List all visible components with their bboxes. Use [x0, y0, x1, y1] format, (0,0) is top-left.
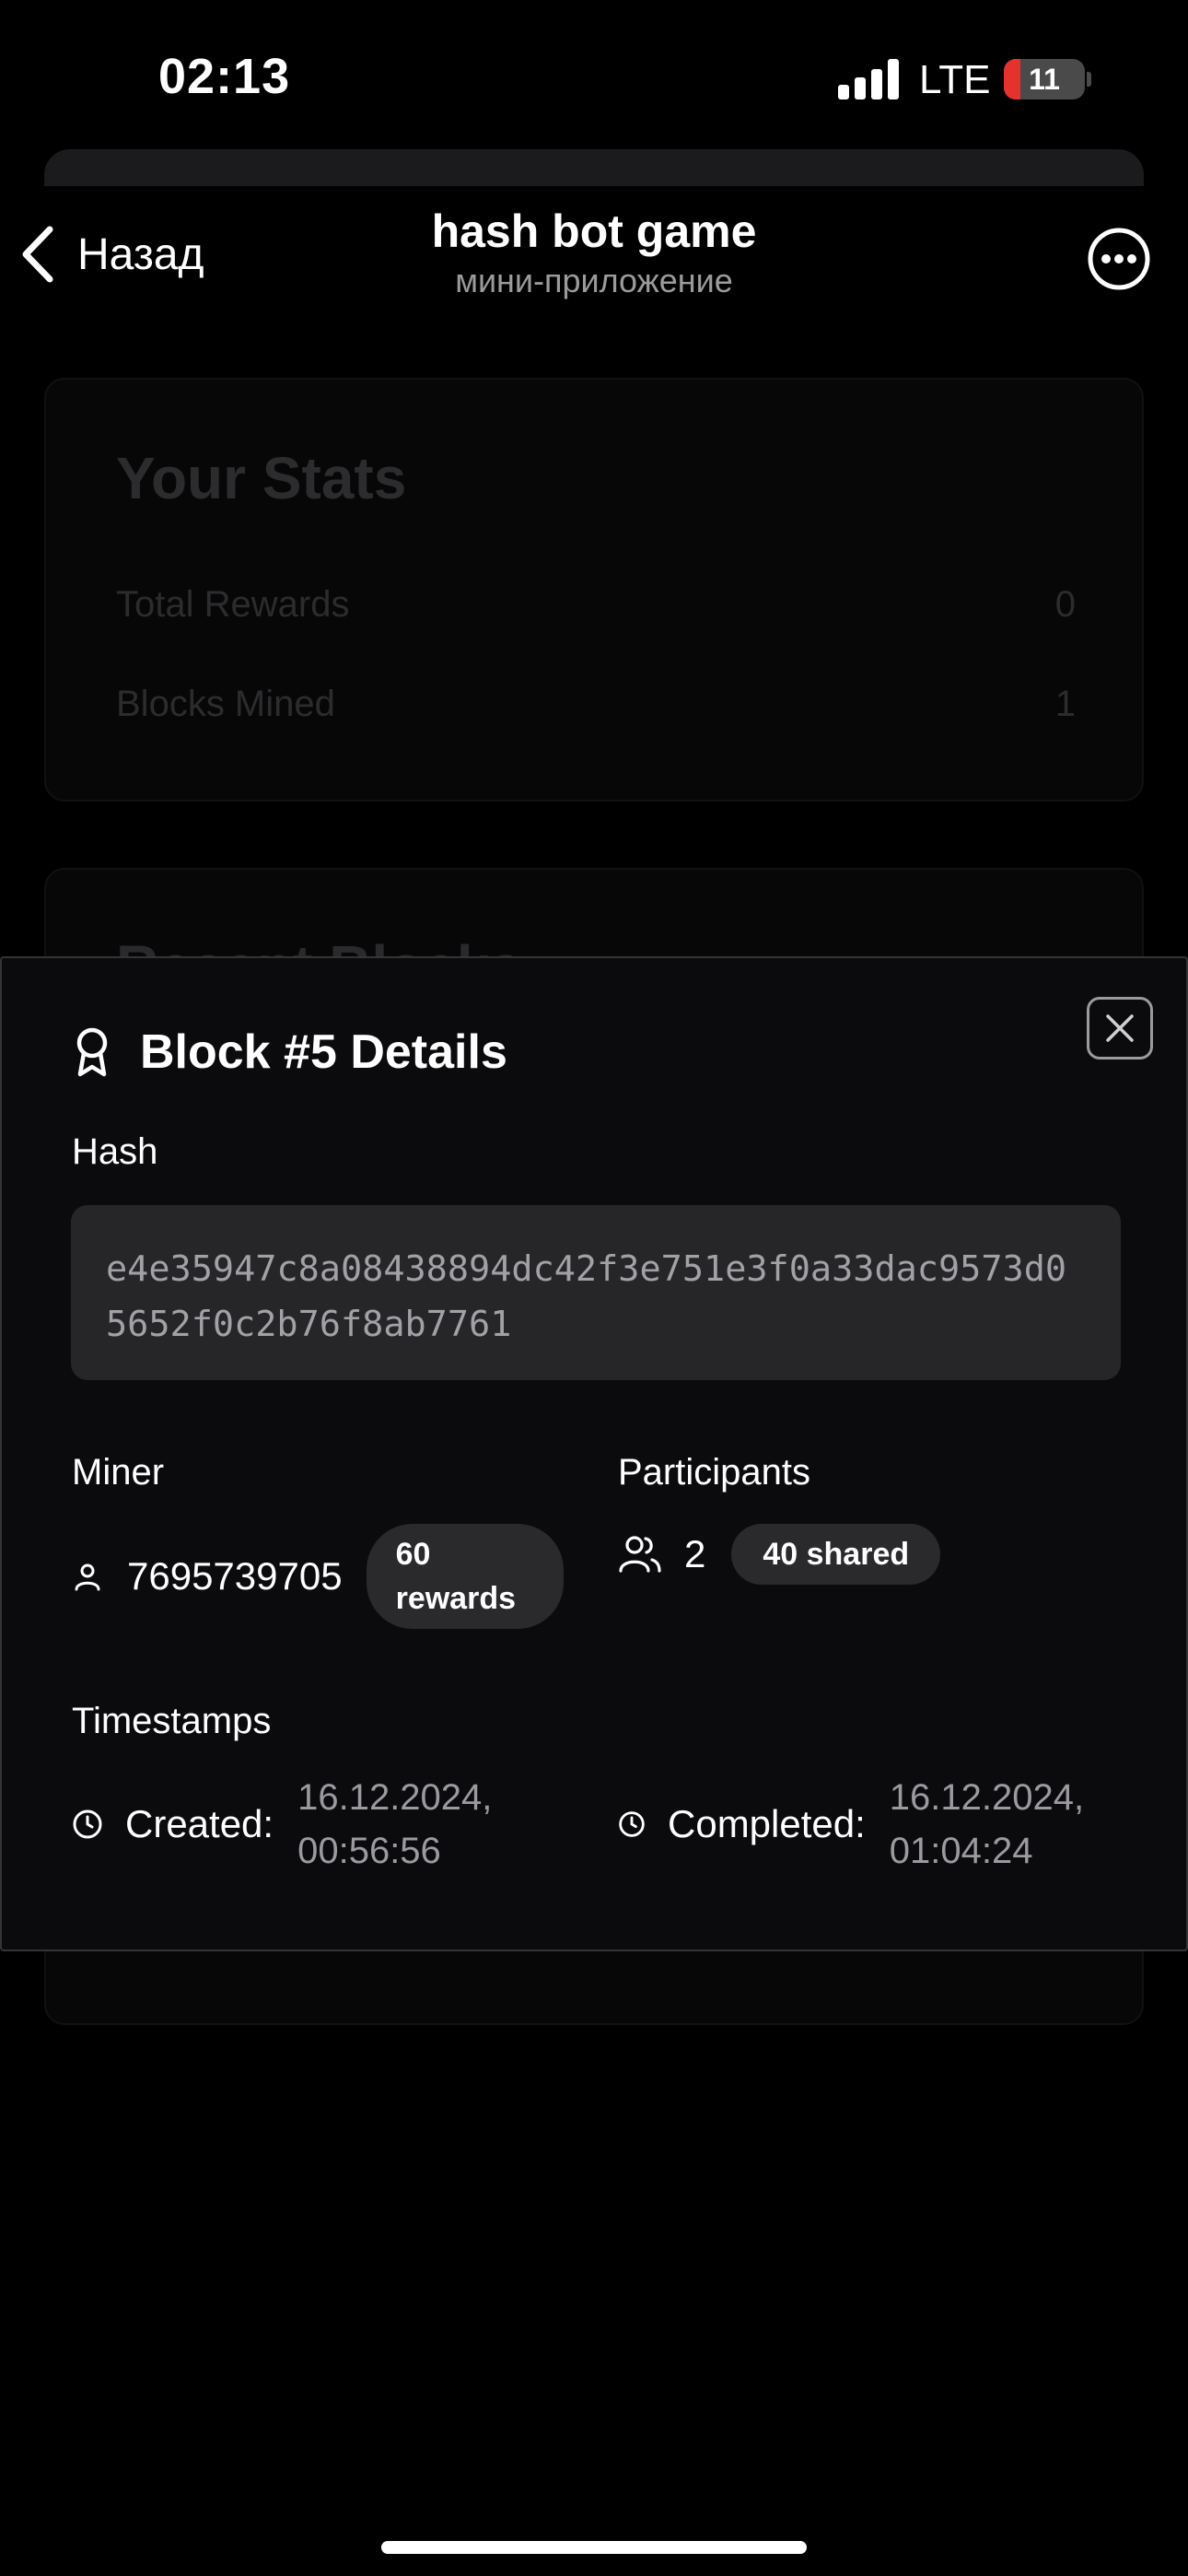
- stats-row-blocks-mined: Blocks Mined 1: [116, 684, 1076, 725]
- miner-id: 7695739705: [127, 1554, 343, 1598]
- created-time: 00:56:56: [297, 1831, 441, 1871]
- stats-value: 0: [1054, 584, 1076, 625]
- cellular-signal-icon: [838, 59, 899, 100]
- clock-icon: [73, 1809, 102, 1839]
- close-button[interactable]: [1087, 997, 1153, 1060]
- battery-level: 11: [1029, 63, 1060, 96]
- more-options-icon[interactable]: [1087, 227, 1151, 291]
- network-type: LTE: [919, 57, 991, 102]
- completed-time: 01:04:24: [889, 1831, 1033, 1871]
- status-time: 02:13: [158, 49, 291, 104]
- created-label: Created:: [125, 1802, 274, 1845]
- hash-value[interactable]: e4e35947c8a08438894dc42f3e751e3f0a33dac9…: [71, 1205, 1121, 1380]
- user-icon: [75, 1563, 100, 1591]
- clock-icon: [619, 1811, 645, 1837]
- miner-rewards-badge: 60 rewards: [366, 1524, 564, 1629]
- stats-label: Total Rewards: [116, 584, 350, 625]
- stats-value: 1: [1054, 684, 1076, 724]
- created-value: 16.12.2024, 00:56:56: [297, 1771, 492, 1878]
- award-icon: [76, 1027, 108, 1077]
- block-details-modal: Block #5 Details Hash e4e35947c8a0843889…: [0, 956, 1188, 1951]
- rewards-amount: 60: [395, 1537, 431, 1572]
- home-indicator[interactable]: [381, 2541, 807, 2554]
- app-screen: 02:13 LTE 11 Назад hash bot game мини-пр…: [0, 0, 1188, 2576]
- battery-icon: 11: [1004, 59, 1085, 100]
- miner-info: 7695739705 60 rewards: [72, 1524, 564, 1629]
- participants-count: 2: [684, 1532, 706, 1575]
- completed-value: 16.12.2024, 01:04:24: [890, 1771, 1084, 1878]
- completed-label: Completed:: [668, 1802, 866, 1845]
- close-icon: [1106, 1014, 1134, 1042]
- participants-label: Participants: [618, 1452, 810, 1493]
- stats-label: Blocks Mined: [116, 684, 335, 724]
- users-icon: [619, 1536, 661, 1573]
- completed-timestamp: Completed: 16.12.2024, 01:04:24: [618, 1771, 1084, 1878]
- modal-header: Block #5 Details: [72, 1025, 507, 1080]
- hash-label: Hash: [72, 1131, 158, 1172]
- miner-label: Miner: [72, 1452, 165, 1493]
- app-title: hash bot game: [431, 205, 757, 257]
- created-timestamp: Created: 16.12.2024, 00:56:56: [72, 1771, 492, 1878]
- participants-info: 2 40 shared: [618, 1524, 941, 1585]
- app-subtitle: мини-приложение: [455, 262, 733, 299]
- completed-date: 16.12.2024,: [889, 1777, 1085, 1818]
- rewards-unit: rewards: [395, 1581, 516, 1616]
- timestamps-label: Timestamps: [72, 1701, 272, 1741]
- stats-title: Your Stats: [116, 445, 407, 511]
- battery-nub: [1087, 72, 1091, 87]
- stats-card: Your Stats Total Rewards 0 Blocks Mined …: [44, 378, 1144, 802]
- participants-shared-badge: 40 shared: [731, 1524, 941, 1585]
- sheet-edge: [44, 149, 1144, 186]
- created-date: 16.12.2024,: [297, 1777, 493, 1818]
- stats-row-total-rewards: Total Rewards 0: [116, 584, 1076, 626]
- modal-title: Block #5 Details: [140, 1025, 507, 1079]
